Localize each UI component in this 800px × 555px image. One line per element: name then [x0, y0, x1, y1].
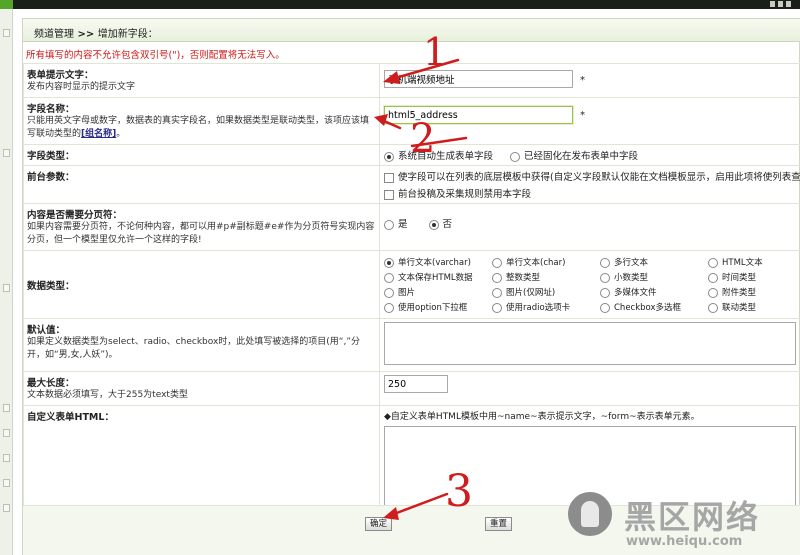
radio-icon[interactable]	[600, 287, 610, 298]
required-mark: *	[580, 75, 586, 86]
field-type-option-fixed[interactable]: 已经固化在发布表单中字段	[510, 148, 638, 162]
data-type-option[interactable]: 文本保存HTML数据	[384, 271, 492, 283]
frontend-option-disable[interactable]: 前台投稿及采集规则禁用本字段	[384, 186, 796, 200]
radio-icon[interactable]	[492, 257, 502, 268]
sidebar-tab[interactable]	[3, 29, 10, 37]
radio-icon[interactable]	[708, 272, 718, 283]
form-panel: 频道管理 >> 增加新字段： 所有填写的内容不允许包含双引号(")，否则配置将无…	[22, 18, 800, 555]
data-type-options: 单行文本(varchar) 单行文本(char) 多行文本 HTML文本 文本保…	[384, 256, 796, 313]
annotation-number-1: 1	[423, 30, 448, 74]
prompt-text-desc: 发布内容时显示的提示文字	[27, 82, 136, 92]
panel-title-bar: 频道管理 >> 增加新字段：	[23, 19, 800, 42]
radio-icon[interactable]	[600, 272, 610, 283]
watermark-text: 黑区网络	[624, 498, 761, 536]
sidebar-tab[interactable]	[3, 429, 10, 437]
breadcrumb-separator: >>	[77, 29, 95, 40]
prompt-text-label-cell: 表单提示文字： 发布内容时显示的提示文字	[23, 63, 380, 98]
reset-button[interactable]: 重置	[485, 517, 513, 531]
radio-icon[interactable]	[492, 287, 502, 298]
required-mark: *	[580, 109, 586, 121]
sidebar-tab[interactable]	[3, 479, 10, 487]
sidebar-tab[interactable]	[3, 149, 10, 157]
heiqu-logo-icon	[568, 492, 612, 536]
field-type-label: 字段类型：	[27, 151, 75, 162]
radio-icon[interactable]	[492, 302, 502, 313]
field-name-desc: 只能用英文字母或数字，数据表的真实字段名，如果数据类型是联动类型，该项应该填写联…	[27, 116, 370, 139]
sidebar-tab[interactable]	[3, 504, 10, 512]
prompt-text-input[interactable]	[384, 70, 573, 88]
sidebar-tab[interactable]	[3, 404, 10, 412]
prompt-text-label: 表单提示文字：	[27, 70, 94, 81]
breadcrumb-current: 增加新字段：	[97, 29, 158, 40]
data-type-option[interactable]: 单行文本(char)	[492, 256, 600, 268]
data-type-option[interactable]: 使用option下拉框	[384, 301, 492, 313]
window-button[interactable]	[786, 1, 791, 7]
radio-icon[interactable]	[600, 257, 610, 268]
data-type-option[interactable]: 图片	[384, 286, 492, 298]
radio-icon[interactable]	[708, 257, 718, 268]
group-name-link[interactable]: [组名称]	[81, 129, 116, 139]
window-top-bar	[0, 0, 800, 9]
confirm-button[interactable]: 确定	[365, 517, 393, 531]
default-value-textarea[interactable]	[384, 322, 796, 365]
top-bar-accent	[0, 0, 13, 9]
breadcrumb: 频道管理 >> 增加新字段：	[34, 25, 158, 40]
annotation-number-3: 3	[445, 466, 473, 517]
watermark: 黑区网络 www.heiqu.com	[562, 488, 800, 555]
radio-icon[interactable]	[708, 302, 718, 313]
field-type-option-auto[interactable]: 系统自动生成表单字段	[384, 148, 493, 162]
data-type-option[interactable]: 使用radio选项卡	[492, 301, 600, 313]
default-value-desc: 如果定义数据类型为select、radio、checkbox时，此处填写被选择的…	[27, 337, 360, 360]
data-type-option[interactable]: 多行文本	[600, 256, 708, 268]
radio-icon[interactable]	[510, 151, 521, 162]
data-type-option[interactable]: 图片(仅网址)	[492, 286, 600, 298]
paging-label: 内容是否需要分页符：	[27, 210, 123, 221]
window-button[interactable]	[770, 1, 775, 7]
data-type-option[interactable]: HTML文本	[708, 256, 788, 268]
data-type-option[interactable]: 小数类型	[600, 271, 708, 283]
watermark-url: www.heiqu.com	[626, 534, 743, 549]
radio-icon[interactable]	[384, 219, 394, 230]
window-button[interactable]	[778, 1, 783, 7]
radio-icon[interactable]	[384, 272, 394, 283]
paging-desc: 如果内容需要分页符，不论何种内容，都可以用#p#副标题#e#作为分页符号实现内容…	[27, 222, 375, 245]
data-type-option[interactable]: Checkbox多选框	[600, 301, 708, 313]
data-type-option[interactable]: 单行文本(varchar)	[384, 256, 492, 268]
warning-text: 所有填写的内容不允许包含双引号(")，否则配置将无法写入。	[26, 50, 285, 61]
radio-icon[interactable]	[384, 257, 394, 268]
data-type-option[interactable]: 多媒体文件	[600, 286, 708, 298]
default-value-label: 默认值：	[27, 325, 66, 336]
left-sidebar-strip	[0, 9, 13, 555]
custom-html-hint: ◆自定义表单HTML模板中用~name~表示提示文字，~form~表示表单元素。	[384, 412, 700, 422]
radio-icon[interactable]	[384, 287, 394, 298]
sidebar-tab[interactable]	[3, 284, 10, 292]
radio-icon[interactable]	[428, 219, 439, 230]
data-type-option[interactable]: 时间类型	[708, 271, 788, 283]
field-name-label: 字段名称：	[27, 104, 75, 115]
data-type-option[interactable]: 联动类型	[708, 301, 788, 313]
breadcrumb-parent[interactable]: 频道管理	[34, 29, 74, 40]
data-type-label: 数据类型：	[27, 280, 75, 292]
frontend-option-list[interactable]: 使字段可以在列表的底层模板中获得(自定义字段默认仅能在文档模板显示，启用此项将使…	[384, 169, 800, 183]
paging-option-yes[interactable]: 是	[384, 216, 408, 230]
sidebar-tab[interactable]	[3, 454, 10, 462]
radio-icon[interactable]	[600, 302, 610, 313]
frontend-params-label: 前台参数：	[27, 172, 75, 183]
checkbox-icon[interactable]	[384, 189, 394, 200]
radio-icon[interactable]	[384, 302, 394, 313]
field-name-label-cell: 字段名称： 只能用英文字母或数字，数据表的真实字段名，如果数据类型是联动类型，该…	[23, 97, 380, 145]
checkbox-icon[interactable]	[384, 172, 394, 183]
radio-icon[interactable]	[384, 151, 394, 162]
annotation-number-2: 2	[410, 116, 436, 162]
data-type-option[interactable]: 整数类型	[492, 271, 600, 283]
radio-icon[interactable]	[708, 287, 718, 298]
custom-html-label: 自定义表单HTML：	[27, 412, 114, 423]
paging-option-no[interactable]: 否	[428, 216, 452, 230]
max-length-label: 最大长度：	[27, 378, 75, 389]
data-type-option[interactable]: 附件类型	[708, 286, 788, 298]
max-length-input[interactable]	[384, 375, 448, 393]
max-length-desc: 文本数据必须填写，大于255为text类型	[27, 390, 188, 400]
radio-icon[interactable]	[492, 272, 502, 283]
